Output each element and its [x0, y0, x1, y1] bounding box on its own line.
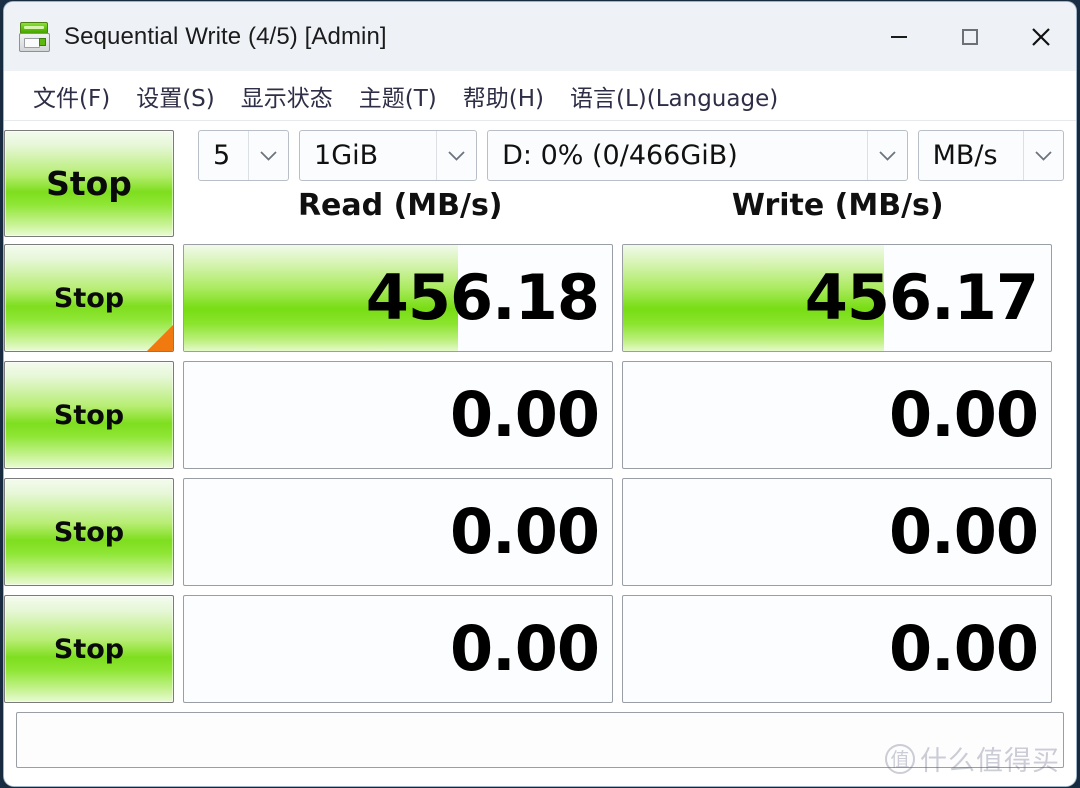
menu-item-theme[interactable]: 主题(T): [346, 77, 450, 115]
read-score-1: 456.18: [183, 244, 613, 352]
status-bar: [16, 712, 1064, 768]
read-score-2: 0.00: [183, 361, 613, 469]
stop-test3-button[interactable]: Stop: [4, 478, 174, 586]
column-headers: Read (MB/s) Write (MB/s): [186, 183, 1052, 229]
menu-item-language[interactable]: 语言(L)(Language): [557, 77, 791, 115]
menu-item-help[interactable]: 帮助(H): [450, 77, 557, 115]
result-row: Stop 456.18 456.17: [4, 244, 1052, 352]
result-row: Stop 0.00 0.00: [4, 361, 1052, 469]
read-column-header: Read (MB/s): [297, 188, 503, 223]
read-score-value-2: 0.00: [450, 378, 600, 451]
stop-all-label: Stop: [46, 164, 132, 203]
stop-test3-label: Stop: [53, 516, 125, 548]
menu-item-file[interactable]: 文件(F): [20, 77, 123, 115]
result-row: Stop 0.00 0.00: [4, 595, 1052, 703]
write-score-4: 0.00: [622, 595, 1052, 703]
main-content: 5 1GiB D: 0% (0/466GiB) MB/s Stop Read (…: [4, 121, 1076, 786]
menu-item-status[interactable]: 显示状态: [228, 77, 346, 115]
stop-test2-button[interactable]: Stop: [4, 361, 174, 469]
write-score-value-1: 456.17: [804, 261, 1039, 334]
close-icon[interactable]: [1005, 2, 1076, 71]
read-score-value-1: 456.18: [365, 261, 600, 334]
window-title: Sequential Write (4/5) [Admin]: [64, 22, 387, 50]
write-score-value-2: 0.00: [889, 378, 1039, 451]
disk-drive-icon: [18, 20, 52, 54]
stop-test1-label: Stop: [53, 282, 125, 314]
read-score-4: 0.00: [183, 595, 613, 703]
active-indicator-icon: [147, 325, 173, 351]
stop-all-button[interactable]: Stop: [4, 130, 174, 237]
write-column-header: Write (MB/s): [731, 188, 944, 223]
crystaldiskmark-window: Sequential Write (4/5) [Admin] 文件(F) 设置(…: [4, 2, 1076, 786]
write-score-value-3: 0.00: [889, 495, 1039, 568]
read-score-3: 0.00: [183, 478, 613, 586]
minimize-icon[interactable]: [863, 2, 934, 71]
write-score-value-4: 0.00: [889, 612, 1039, 685]
write-score-2: 0.00: [622, 361, 1052, 469]
maximize-icon[interactable]: [934, 2, 1005, 71]
stop-test1-button[interactable]: Stop: [4, 244, 174, 352]
write-score-3: 0.00: [622, 478, 1052, 586]
result-row: Stop 0.00 0.00: [4, 478, 1052, 586]
read-score-value-4: 0.00: [450, 612, 600, 685]
menu-item-settings[interactable]: 设置(S): [123, 77, 228, 115]
write-score-1: 456.17: [622, 244, 1052, 352]
title-bar: Sequential Write (4/5) [Admin]: [4, 2, 1076, 71]
menu-bar: 文件(F) 设置(S) 显示状态 主题(T) 帮助(H) 语言(L)(Langu…: [4, 71, 1076, 121]
read-score-value-3: 0.00: [450, 495, 600, 568]
stop-test2-label: Stop: [53, 399, 125, 431]
stop-test4-label: Stop: [53, 633, 125, 665]
stop-test4-button[interactable]: Stop: [4, 595, 174, 703]
window-controls: [863, 2, 1076, 71]
